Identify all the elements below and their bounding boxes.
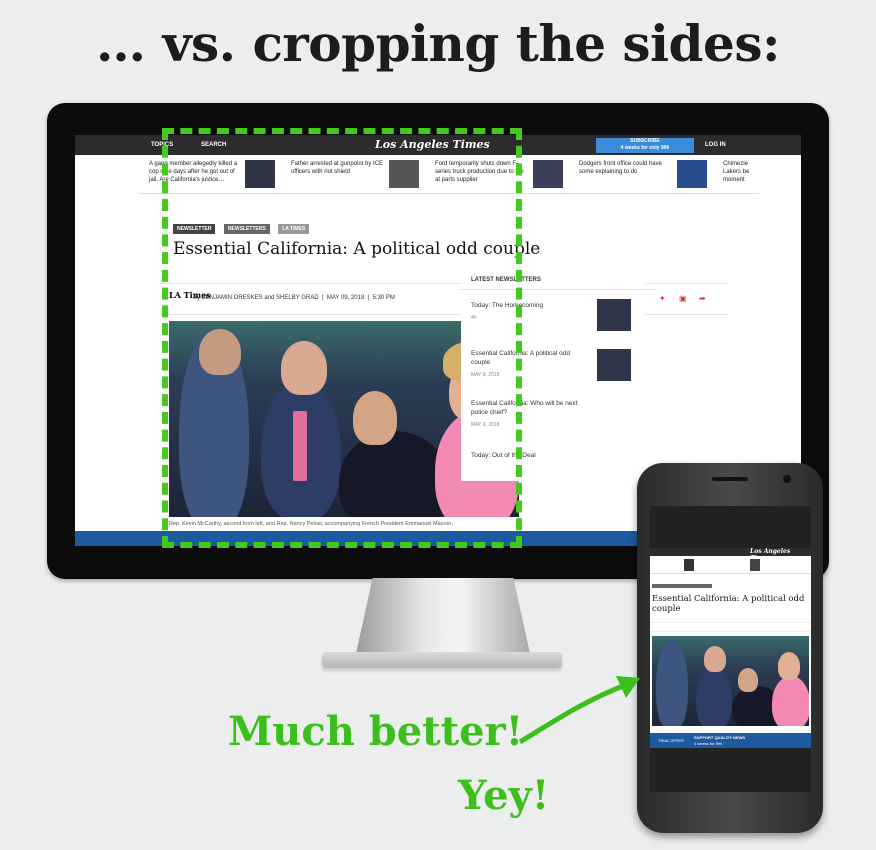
phone-viewport: Los Angeles Times Essential California: … (650, 548, 811, 748)
rail-thumbnail (677, 160, 707, 188)
rail-thumbnail (533, 160, 563, 188)
rail-thumbnail (750, 559, 760, 571)
arrow-icon (518, 676, 640, 745)
photo-figure (696, 666, 732, 726)
phone-top-bar: Los Angeles Times (650, 548, 811, 562)
yey-text: Yey! (458, 772, 550, 819)
phone-promo-banner[interactable]: TRIAL OFFER SUPPORT QUALITY NEWS 4 weeks… (650, 733, 811, 748)
rail-thumbnail (684, 559, 694, 571)
subscribe-subtitle: 4 weeks for only 99¢ (620, 145, 670, 151)
login-link[interactable]: LOG IN (705, 142, 726, 148)
banner-sub: 4 weeks for 99¢ (694, 741, 723, 746)
headline: … vs. cropping the sides: (96, 14, 780, 73)
banner-mid: SUPPORT QUALITY NEWS (694, 735, 746, 740)
phone-article-photo (652, 636, 809, 726)
facebook-icon[interactable]: ▣ (679, 294, 687, 303)
phone-article-title: Essential California: A political odd co… (652, 594, 805, 614)
much-better-text: Much better! (228, 708, 524, 755)
phone-tags (652, 584, 712, 588)
rail-item[interactable]: Chimezie Lakers be moment (723, 160, 759, 188)
newsletter-thumbnail (597, 299, 631, 331)
subscribe-title: SUBSCRIBE (630, 138, 660, 144)
share-icon[interactable]: ➦ (699, 294, 706, 303)
newsletter-thumbnail (597, 349, 631, 381)
phone-headline-rail (650, 557, 811, 574)
phone-screen: Los Angeles Times Essential California: … (650, 506, 811, 792)
photo-figure (704, 646, 726, 672)
phone-camera (783, 475, 791, 483)
twitter-icon[interactable]: ✦ (659, 294, 666, 303)
rail-item[interactable]: Dodgers front office could have some exp… (579, 160, 671, 176)
photo-figure (738, 668, 758, 692)
photo-figure (778, 652, 800, 680)
subscribe-button[interactable]: SUBSCRIBE 4 weeks for only 99¢ (596, 138, 694, 153)
monitor-base (322, 652, 562, 668)
phone-byline (650, 622, 811, 632)
photo-figure (656, 640, 688, 726)
smartphone: Los Angeles Times Essential California: … (637, 463, 823, 833)
phone-speaker (712, 477, 748, 481)
crop-frame (162, 128, 522, 548)
monitor-stand (355, 578, 531, 658)
photo-figure (772, 676, 809, 726)
banner-left: TRIAL OFFER (658, 738, 684, 743)
